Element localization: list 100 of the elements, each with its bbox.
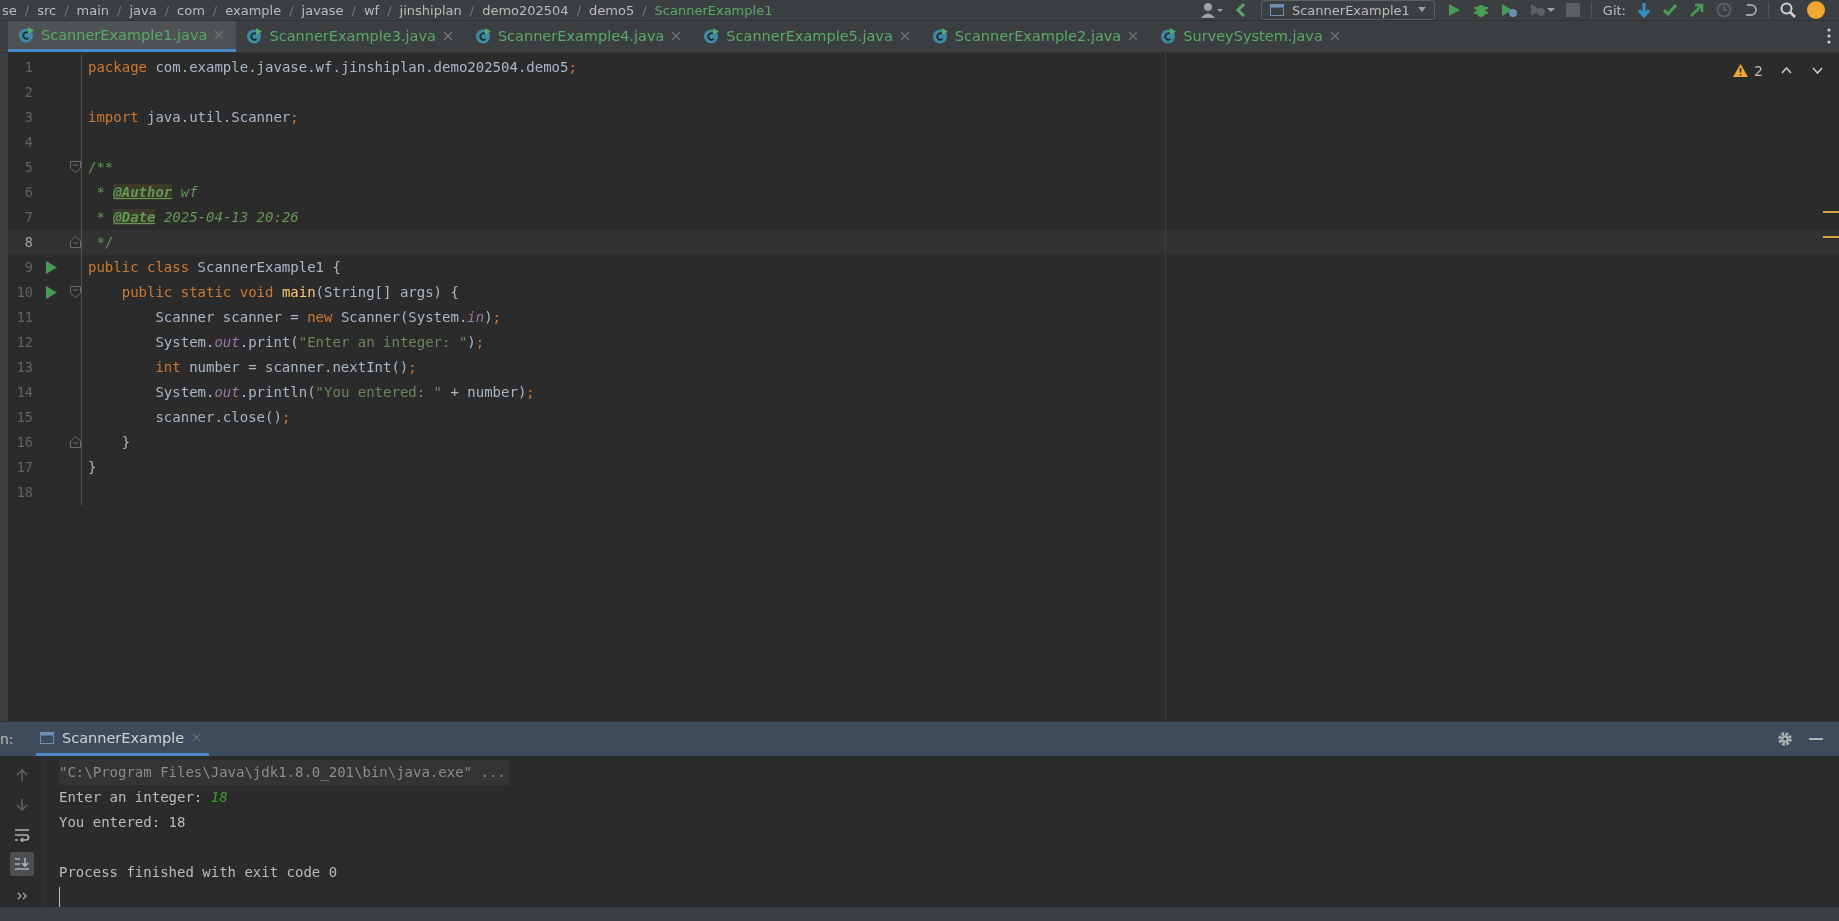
console-line: Process finished with exit code 0 (59, 863, 339, 882)
close-icon[interactable] (442, 31, 453, 42)
file-tab[interactable]: ScannerExample4.java (464, 21, 694, 52)
checkmark-icon[interactable] (1662, 2, 1678, 18)
code-line: import java.util.Scanner; (88, 109, 299, 126)
code-line: public class ScannerExample1 { (88, 259, 341, 276)
line-number: 2 (23, 84, 33, 101)
line-number: 16 (15, 434, 33, 451)
clock-icon[interactable] (1716, 2, 1732, 18)
line-number: 11 (15, 309, 33, 326)
text-cursor (59, 887, 60, 907)
line-number: 14 (15, 384, 33, 401)
bug-icon[interactable] (1472, 2, 1489, 18)
class-icon (1160, 28, 1177, 45)
close-icon[interactable] (671, 31, 682, 42)
fold-icon[interactable] (69, 286, 81, 299)
line-number: 1 (23, 59, 33, 76)
code-line: package com.example.javase.wf.jinshiplan.demo202504.demo5; (88, 59, 577, 76)
warning-stripe-marker[interactable] (1823, 210, 1839, 213)
run-configuration-name: ScannerExample1 (1291, 2, 1410, 18)
settings-icon[interactable] (1777, 731, 1793, 748)
line-number: 5 (23, 159, 33, 176)
code-line: } (88, 459, 97, 476)
fold-icon[interactable] (69, 436, 81, 449)
code-line: Scanner scanner = new Scanner(System.in); (154, 309, 502, 326)
warning-icon[interactable] (1733, 64, 1749, 78)
breadcrumb-item[interactable]: wf (364, 2, 380, 18)
breadcrumb-item[interactable]: main (76, 2, 110, 18)
breadcrumb-separator: / (576, 2, 582, 18)
diagonal-arrow-icon[interactable] (1689, 2, 1705, 18)
line-number: 6 (23, 184, 33, 201)
line-number: 10 (15, 284, 33, 301)
breadcrumb-separator: / (117, 2, 122, 18)
code-line: System.out.print("Enter an integer: "); (154, 334, 485, 351)
soft-wrap-icon[interactable] (14, 828, 30, 842)
breadcrumb-separator: / (289, 2, 294, 18)
close-icon[interactable] (192, 733, 202, 743)
breadcrumb-item[interactable]: demo202504 (482, 2, 569, 18)
breadcrumb-separator: / (469, 2, 475, 18)
line-number: 17 (15, 459, 33, 476)
breadcrumb-separator: / (164, 2, 170, 18)
window-icon (40, 731, 54, 744)
breadcrumb-item[interactable]: javase (301, 2, 344, 18)
breadcrumb-item[interactable]: example (225, 2, 282, 18)
run-configuration-dropdown[interactable]: ScannerExample1 (1260, 0, 1435, 20)
close-icon[interactable] (899, 31, 910, 42)
chevron-up-icon[interactable] (1781, 67, 1792, 75)
scroll-to-end-icon (14, 857, 30, 871)
chevron-double-icon[interactable] (17, 892, 27, 900)
window-icon (1269, 4, 1284, 16)
breadcrumb-item[interactable]: jinshiplan (399, 2, 462, 18)
console-line: Enter an integer: 18 (59, 788, 229, 807)
breadcrumb-item[interactable]: demo5 (589, 2, 635, 18)
close-icon[interactable] (1329, 31, 1340, 42)
breadcrumb-item[interactable]: com (177, 2, 205, 18)
scroll-to-end-button[interactable] (10, 852, 34, 876)
breadcrumb-separator: / (642, 2, 647, 18)
file-tab[interactable]: ScannerExample3.java (236, 21, 465, 52)
code-line: scanner.close(); (154, 409, 291, 426)
stop-icon[interactable] (1565, 3, 1580, 17)
breadcrumb-separator: / (212, 2, 218, 18)
code-line: System.out.println("You entered: " + number); (154, 384, 535, 401)
class-icon (246, 28, 263, 45)
breadcrumb-item[interactable]: se (2, 2, 17, 18)
more-icon[interactable] (1827, 28, 1831, 45)
run-gutter-icon[interactable] (45, 260, 57, 274)
run-gutter-icon[interactable] (45, 285, 57, 299)
code-line: * @Author wf (95, 184, 198, 201)
file-tab[interactable]: ScannerExample5.java (693, 21, 922, 52)
line-number: 12 (15, 334, 33, 351)
close-icon[interactable] (1128, 31, 1139, 42)
profile-icon[interactable] (1528, 2, 1555, 18)
code-line: } (120, 434, 131, 451)
line-number: 18 (15, 484, 33, 501)
breadcrumb-item[interactable]: java (129, 2, 157, 18)
arrow-down-icon[interactable] (16, 798, 28, 812)
warning-stripe-marker[interactable] (1823, 235, 1839, 238)
coverage-icon[interactable] (1499, 2, 1518, 18)
fold-icon[interactable] (69, 161, 81, 174)
code-line: /** (88, 159, 114, 176)
breadcrumb-item[interactable]: src (37, 2, 57, 18)
breadcrumb-item[interactable]: ScannerExample1 (654, 2, 773, 18)
fold-icon[interactable] (69, 236, 81, 249)
line-number: 7 (23, 209, 33, 226)
warning-count[interactable]: 2 (1754, 62, 1763, 79)
update-arrow-icon[interactable] (1637, 2, 1651, 18)
chevron-down-icon[interactable] (1812, 67, 1823, 75)
arrow-up-icon[interactable] (16, 768, 28, 782)
run-panel-label: n: (0, 731, 15, 748)
user-icon[interactable] (1200, 2, 1223, 18)
undo-icon[interactable] (1743, 2, 1757, 18)
breadcrumb-separator: / (387, 2, 392, 18)
breadcrumb-separator: / (64, 2, 69, 18)
line-number: 13 (15, 359, 33, 376)
search-icon[interactable] (1780, 2, 1796, 18)
breadcrumb-separator: / (24, 2, 30, 18)
file-tab[interactable]: SurveySystem.java (1150, 21, 1352, 52)
file-tab[interactable]: ScannerExample2.java (921, 21, 1151, 52)
code-line: */ (95, 234, 114, 251)
avatar-icon[interactable] (1807, 1, 1825, 19)
